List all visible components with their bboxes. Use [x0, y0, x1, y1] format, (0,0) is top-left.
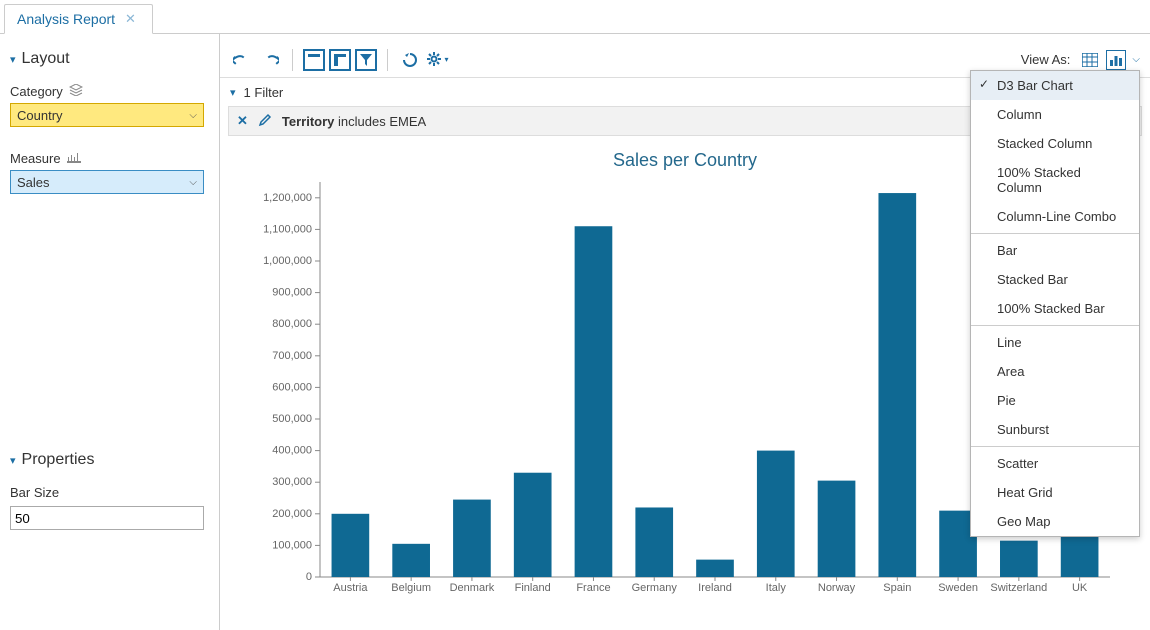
bar	[696, 560, 734, 577]
sidebar: ▾ Layout Category Country ⌵ Measure	[0, 34, 220, 630]
dropdown-item[interactable]: Scatter	[971, 449, 1139, 478]
x-tick-label: Ireland	[698, 582, 732, 594]
x-tick-label: Italy	[766, 582, 787, 594]
dropdown-item[interactable]: Stacked Column	[971, 129, 1139, 158]
svg-text:100,000: 100,000	[272, 539, 312, 551]
filter-count: 1 Filter	[244, 85, 284, 100]
dropdown-item[interactable]: Area	[971, 357, 1139, 386]
category-select[interactable]: Country ⌵	[10, 103, 204, 127]
layout-single-button[interactable]	[303, 49, 325, 71]
x-tick-label: Finland	[515, 582, 551, 594]
x-tick-label: Germany	[632, 582, 678, 594]
svg-text:700,000: 700,000	[272, 350, 312, 362]
x-tick-label: Austria	[333, 582, 368, 594]
bar	[757, 451, 795, 577]
x-tick-label: Norway	[818, 582, 856, 594]
bar-size-label: Bar Size	[10, 485, 59, 500]
dropdown-item[interactable]: D3 Bar Chart	[971, 71, 1139, 100]
section-layout-header[interactable]: ▾ Layout	[10, 50, 209, 68]
svg-text:500,000: 500,000	[272, 413, 312, 425]
view-as-dropdown: D3 Bar ChartColumnStacked Column100% Sta…	[970, 70, 1140, 537]
svg-text:200,000: 200,000	[272, 508, 312, 520]
bar-size-input[interactable]	[10, 506, 204, 530]
dropdown-item[interactable]: Heat Grid	[971, 478, 1139, 507]
layout-split-button[interactable]	[329, 49, 351, 71]
dropdown-item[interactable]: Geo Map	[971, 507, 1139, 536]
dropdown-item[interactable]: Column	[971, 100, 1139, 129]
x-tick-label: France	[576, 582, 610, 594]
bar	[575, 226, 613, 577]
x-tick-label: UK	[1072, 582, 1088, 594]
dropdown-item[interactable]: Stacked Bar	[971, 265, 1139, 294]
x-tick-label: Sweden	[938, 582, 978, 594]
settings-button[interactable]: ▾	[426, 48, 450, 72]
category-value: Country	[17, 108, 63, 123]
x-tick-label: Denmark	[450, 582, 495, 594]
chevron-down-icon: ⌵	[189, 177, 197, 188]
x-tick-label: Spain	[883, 582, 911, 594]
view-as-label: View As:	[1021, 52, 1071, 67]
chevron-down-icon: ▾	[230, 86, 236, 99]
svg-text:900,000: 900,000	[272, 287, 312, 299]
redo-button[interactable]	[258, 48, 282, 72]
bar	[392, 544, 430, 577]
svg-text:1,100,000: 1,100,000	[263, 223, 312, 235]
filter-button[interactable]	[355, 49, 377, 71]
svg-text:300,000: 300,000	[272, 476, 312, 488]
remove-filter-button[interactable]: ✕	[237, 113, 248, 129]
chevron-down-icon[interactable]: ⌵	[1132, 54, 1140, 65]
close-icon[interactable]: ✕	[125, 11, 136, 27]
bar	[635, 507, 673, 577]
bar	[332, 514, 370, 577]
refresh-button[interactable]	[398, 48, 422, 72]
svg-text:1,200,000: 1,200,000	[263, 192, 312, 204]
category-label: Category	[10, 84, 63, 99]
svg-text:800,000: 800,000	[272, 318, 312, 330]
svg-text:1,000,000: 1,000,000	[263, 255, 312, 267]
view-table-button[interactable]	[1080, 50, 1100, 70]
section-properties-header[interactable]: ▾ Properties	[10, 451, 209, 469]
dropdown-item[interactable]: Bar	[971, 236, 1139, 265]
bar	[818, 481, 856, 577]
dropdown-item[interactable]: Line	[971, 328, 1139, 357]
x-tick-label: Belgium	[391, 582, 431, 594]
undo-button[interactable]	[230, 48, 254, 72]
svg-text:400,000: 400,000	[272, 445, 312, 457]
view-chart-button[interactable]	[1106, 50, 1126, 70]
dropdown-item[interactable]: Pie	[971, 386, 1139, 415]
bar	[453, 500, 491, 577]
properties-label: Properties	[22, 451, 95, 469]
measure-label: Measure	[10, 151, 61, 166]
bar	[514, 473, 552, 577]
chevron-down-icon: ⌵	[189, 110, 197, 121]
dropdown-item[interactable]: 100% Stacked Bar	[971, 294, 1139, 323]
tab-title: Analysis Report	[17, 11, 115, 27]
chevron-down-icon: ▾	[10, 53, 16, 66]
measure-select[interactable]: Sales ⌵	[10, 170, 204, 194]
chevron-down-icon: ▾	[10, 454, 16, 467]
dropdown-item[interactable]: Column-Line Combo	[971, 202, 1139, 231]
dropdown-item[interactable]: 100% Stacked Column	[971, 158, 1139, 202]
layout-label: Layout	[22, 50, 70, 68]
bar	[1000, 541, 1038, 577]
filter-text: Territory includes EMEA	[282, 114, 426, 129]
svg-text:0: 0	[306, 571, 312, 583]
svg-text:600,000: 600,000	[272, 381, 312, 393]
layers-icon	[69, 84, 83, 99]
edit-filter-button[interactable]	[258, 113, 272, 130]
dropdown-item[interactable]: Sunburst	[971, 415, 1139, 444]
x-tick-label: Switzerland	[990, 582, 1047, 594]
ruler-icon	[67, 151, 81, 166]
measure-value: Sales	[17, 175, 50, 190]
bar	[878, 193, 916, 577]
tab-analysis-report[interactable]: Analysis Report ✕	[4, 4, 153, 34]
